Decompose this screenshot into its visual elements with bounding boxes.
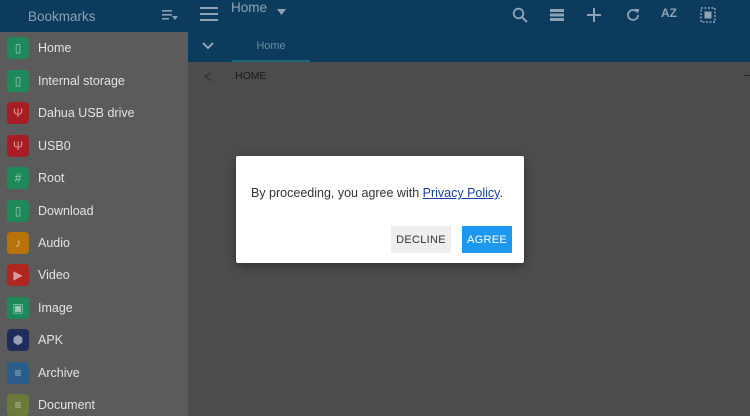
dialog-message-suffix: . <box>499 186 503 200</box>
sidebar: Bookmarks ▯ Home ▯ Internal storage Ψ Dahua U… <box>0 0 188 416</box>
sidebar-item-audio[interactable]: ♪ Audio <box>0 227 188 259</box>
sidebar-item-dahua-usb-drive[interactable]: Ψ Dahua USB drive <box>0 97 188 129</box>
sidebar-item-label: Image <box>38 301 73 315</box>
decline-button[interactable]: DECLINE <box>391 226 451 253</box>
sidebar-item-label: Download <box>38 204 94 218</box>
archive-icon: ≡ <box>7 362 29 384</box>
divider <box>744 75 750 76</box>
sidebar-item-apk[interactable]: ⬢ APK <box>0 324 188 356</box>
sidebar-item-archive[interactable]: ≡ Archive <box>0 357 188 389</box>
sidebar-item-download[interactable]: ▯ Download <box>0 195 188 227</box>
music-note-icon: ♪ <box>7 232 29 254</box>
tab-bar: Home <box>188 32 750 62</box>
sort-list-icon[interactable] <box>162 9 178 23</box>
dialog-message-text: By proceeding, you agree with <box>251 186 423 200</box>
sidebar-item-label: Internal storage <box>38 74 125 88</box>
add-icon[interactable] <box>586 7 602 23</box>
phone-icon: ▯ <box>7 70 29 92</box>
download-icon: ▯ <box>7 200 29 222</box>
home-icon: ▯ <box>7 37 29 59</box>
list-view-icon[interactable] <box>549 7 565 23</box>
chevron-down-icon[interactable] <box>202 42 214 50</box>
privacy-dialog: By proceeding, you agree with Privacy Po… <box>236 156 524 263</box>
sidebar-item-video[interactable]: ▶ Video <box>0 259 188 291</box>
usb-icon: Ψ <box>7 102 29 124</box>
app-bar: Home AZ <box>188 0 750 32</box>
tab-home[interactable]: Home <box>232 32 310 62</box>
play-icon: ▶ <box>7 264 29 286</box>
android-icon: ⬢ <box>7 329 29 351</box>
sidebar-item-label: Archive <box>38 366 80 380</box>
image-icon: ▣ <box>7 297 29 319</box>
sidebar-item-label: Root <box>38 171 65 185</box>
privacy-policy-link[interactable]: Privacy Policy <box>423 186 500 200</box>
refresh-icon[interactable] <box>625 7 641 23</box>
chevron-down-icon[interactable] <box>277 9 286 15</box>
sidebar-item-root[interactable]: # Root <box>0 162 188 194</box>
sort-az-button[interactable]: AZ <box>661 6 677 20</box>
breadcrumb[interactable]: HOME <box>235 70 267 82</box>
window-title[interactable]: Home <box>231 0 267 15</box>
sidebar-item-label: Dahua USB drive <box>38 106 135 120</box>
sidebar-item-label: USB0 <box>38 139 71 153</box>
sidebar-item-usb0[interactable]: Ψ USB0 <box>0 130 188 162</box>
document-icon: ≡ <box>7 394 29 416</box>
sidebar-item-label: Audio <box>38 236 70 250</box>
sidebar-item-internal-storage[interactable]: ▯ Internal storage <box>0 65 188 97</box>
select-all-icon[interactable] <box>700 7 716 23</box>
back-arrow-icon[interactable] <box>204 72 212 81</box>
hash-icon: # <box>7 167 29 189</box>
sidebar-item-image[interactable]: ▣ Image <box>0 292 188 324</box>
sidebar-item-label: Home <box>38 41 72 55</box>
agree-button[interactable]: AGREE <box>462 226 512 253</box>
sidebar-title: Bookmarks <box>28 8 96 24</box>
usb-icon: Ψ <box>7 135 29 157</box>
sidebar-header: Bookmarks <box>0 0 188 32</box>
sidebar-item-home[interactable]: ▯ Home <box>0 32 188 64</box>
sidebar-item-label: Document <box>38 398 95 412</box>
search-icon[interactable] <box>512 7 528 23</box>
path-bar: HOME <box>188 62 750 90</box>
sidebar-item-label: APK <box>38 333 64 347</box>
menu-icon[interactable] <box>200 7 218 21</box>
dialog-message: By proceeding, you agree with Privacy Po… <box>251 186 503 200</box>
sidebar-item-label: Video <box>38 268 70 282</box>
sidebar-item-document[interactable]: ≡ Document <box>0 389 188 416</box>
